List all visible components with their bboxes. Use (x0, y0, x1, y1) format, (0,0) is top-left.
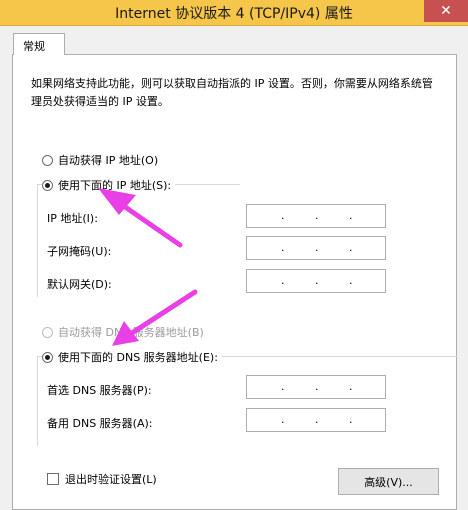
arrow-shaft (115, 199, 183, 248)
arrow-to-manual-ip (98, 188, 183, 248)
arrow-shaft (129, 289, 198, 336)
annotation-arrows (98, 188, 198, 346)
tab-label: 常规 (23, 40, 45, 53)
arrow-to-dns-option (112, 289, 198, 346)
tab-general[interactable]: 常规 (13, 33, 65, 55)
